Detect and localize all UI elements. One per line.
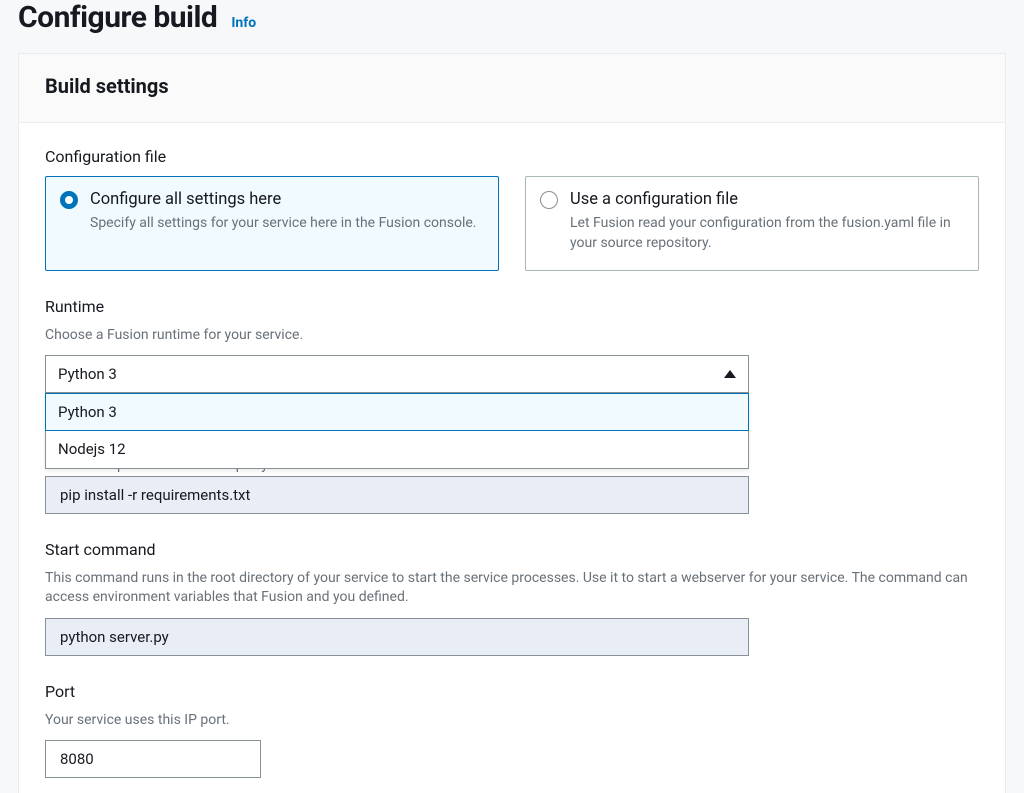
config-file-label: Configuration file bbox=[45, 147, 979, 166]
runtime-select[interactable]: Python 3 bbox=[45, 355, 749, 393]
port-label: Port bbox=[45, 682, 979, 701]
start-command-input[interactable] bbox=[45, 618, 749, 656]
config-option-title: Use a configuration file bbox=[570, 189, 964, 210]
caret-up-icon bbox=[724, 370, 736, 378]
radio-icon bbox=[60, 191, 78, 209]
runtime-dropdown: Python 3 Nodejs 12 bbox=[45, 393, 749, 469]
config-option-configure-here[interactable]: Configure all settings here Specify all … bbox=[45, 176, 499, 271]
config-option-title: Configure all settings here bbox=[90, 189, 484, 210]
runtime-option-nodejs12[interactable]: Nodejs 12 bbox=[46, 430, 748, 468]
build-command-input[interactable] bbox=[45, 476, 749, 514]
build-settings-panel: Build settings Configuration file Config… bbox=[18, 53, 1006, 793]
start-command-label: Start command bbox=[45, 540, 979, 559]
start-command-desc: This command runs in the root directory … bbox=[45, 569, 979, 608]
radio-icon bbox=[540, 191, 558, 209]
runtime-option-python3[interactable]: Python 3 bbox=[45, 393, 749, 431]
runtime-selected-value: Python 3 bbox=[58, 365, 117, 383]
panel-title: Build settings bbox=[45, 74, 979, 98]
runtime-label: Runtime bbox=[45, 297, 979, 316]
page-title: Configure build bbox=[18, 0, 217, 35]
config-option-desc: Specify all settings for your service he… bbox=[90, 214, 484, 234]
runtime-desc: Choose a Fusion runtime for your service… bbox=[45, 326, 979, 346]
config-option-desc: Let Fusion read your configuration from … bbox=[570, 214, 964, 253]
port-input[interactable] bbox=[45, 740, 261, 778]
config-option-use-file[interactable]: Use a configuration file Let Fusion read… bbox=[525, 176, 979, 271]
port-desc: Your service uses this IP port. bbox=[45, 711, 979, 731]
info-link[interactable]: Info bbox=[231, 15, 256, 31]
